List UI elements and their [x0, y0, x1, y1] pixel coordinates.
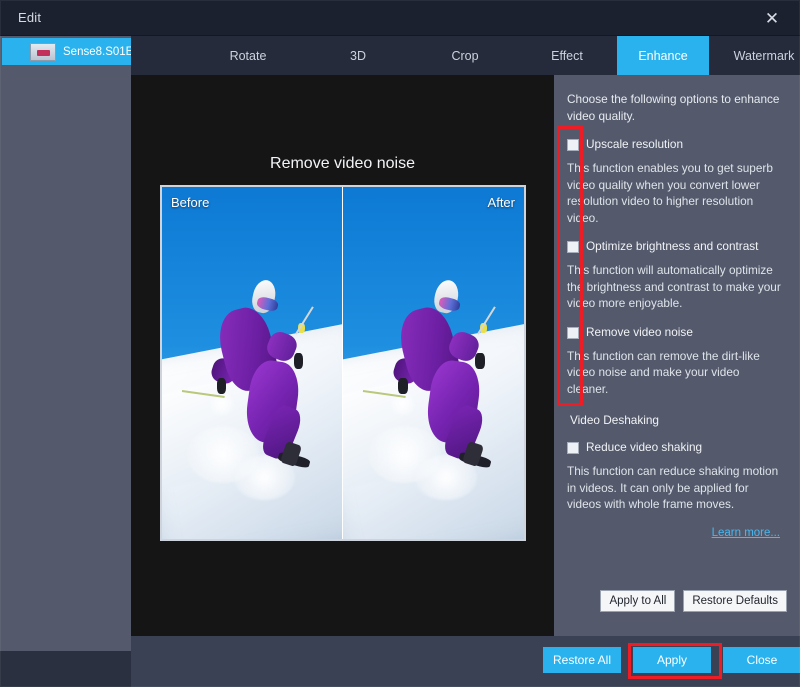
option-reduce-shaking[interactable]: Reduce video shaking [567, 440, 784, 455]
panel-button-group: Apply to All Restore Defaults [600, 590, 787, 612]
tab-crop[interactable]: Crop [413, 36, 517, 75]
tab-effect[interactable]: Effect [517, 36, 617, 75]
file-sidebar: Sense8.S01E... [0, 36, 131, 651]
after-label: After [487, 195, 515, 210]
tab-bar: Rotate 3D Crop Effect Enhance Watermark [131, 36, 800, 75]
option-label-upscale-resolution: Upscale resolution [586, 137, 684, 151]
before-image: Before [162, 187, 343, 539]
tab-watermark[interactable]: Watermark [709, 36, 800, 75]
ski-scene-before [162, 187, 342, 539]
sidebar-file-item[interactable]: Sense8.S01E... [2, 38, 131, 65]
edit-window: Edit ✕ Sense8.S01E... Rotate 3D Crop Eff… [0, 0, 800, 687]
option-upscale-resolution[interactable]: Upscale resolution [567, 137, 784, 152]
enhance-options-panel: Choose the following options to enhance … [554, 75, 800, 636]
option-desc-upscale-resolution: This function enables you to get superb … [567, 161, 773, 225]
footer-bar: Restore All Apply Close [131, 636, 800, 687]
option-label-optimize-brightness: Optimize brightness and contrast [586, 239, 759, 253]
option-label-remove-noise: Remove video noise [586, 324, 693, 339]
option-remove-noise[interactable]: Remove video noise [567, 325, 784, 340]
preview-pane: Remove video noise Before After [131, 75, 554, 636]
panel-intro: Choose the following options to enhance … [567, 92, 780, 123]
learn-more-link[interactable]: Learn more... [567, 527, 784, 539]
sidebar-file-name: Sense8.S01E... [63, 45, 131, 58]
close-button[interactable]: Close [723, 647, 800, 673]
preview-title: Remove video noise [270, 155, 415, 172]
option-label-reduce-shaking: Reduce video shaking [586, 440, 703, 454]
apply-button[interactable]: Apply [633, 647, 711, 673]
video-thumbnail-icon [30, 42, 56, 61]
checkbox-reduce-shaking[interactable] [567, 442, 579, 454]
option-desc-reduce-shaking: This function can reduce shaking motion … [567, 464, 779, 511]
checkbox-optimize-brightness[interactable] [567, 241, 579, 253]
tab-3d[interactable]: 3D [303, 36, 413, 75]
checkbox-remove-noise[interactable] [567, 326, 579, 339]
option-desc-remove-noise: This function can remove the dirt-like v… [567, 348, 760, 396]
tab-rotate[interactable]: Rotate [193, 36, 303, 75]
ski-scene-after [343, 187, 524, 539]
option-desc-optimize-brightness: This function will automatically optimiz… [567, 263, 781, 310]
option-optimize-brightness[interactable]: Optimize brightness and contrast [567, 239, 784, 254]
restore-defaults-button[interactable]: Restore Defaults [683, 590, 787, 612]
close-icon[interactable]: ✕ [752, 4, 792, 34]
before-label: Before [171, 195, 210, 210]
restore-all-button[interactable]: Restore All [543, 647, 621, 673]
tab-enhance[interactable]: Enhance [617, 36, 709, 75]
before-after-comparison: Before After [160, 185, 526, 541]
after-image: After [343, 187, 524, 539]
section-video-deshaking: Video Deshaking [570, 413, 659, 427]
window-title: Edit [18, 10, 42, 25]
checkbox-upscale-resolution[interactable] [567, 139, 579, 151]
apply-to-all-button[interactable]: Apply to All [600, 590, 676, 612]
title-bar: Edit ✕ [0, 0, 800, 36]
